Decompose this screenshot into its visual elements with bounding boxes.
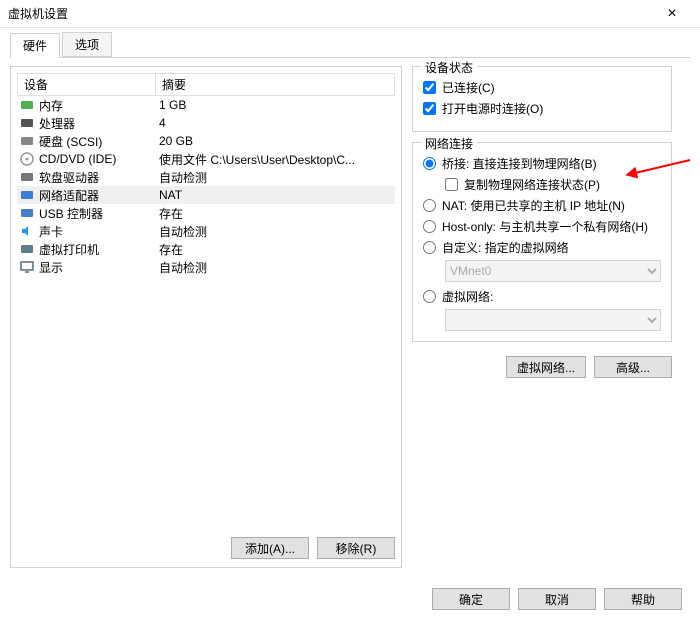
tab-strip: 硬件 选项: [10, 32, 690, 58]
tab-hardware[interactable]: 硬件: [10, 33, 60, 58]
device-summary: NAT: [159, 188, 393, 202]
advanced-button[interactable]: 高级...: [594, 356, 672, 378]
table-row[interactable]: 软盘驱动器自动检测: [17, 168, 395, 186]
device-summary: 20 GB: [159, 134, 393, 148]
device-name: 内存: [39, 97, 159, 114]
remove-button[interactable]: 移除(R): [317, 537, 395, 559]
table-header: 设备 摘要: [17, 73, 395, 96]
table-row[interactable]: 网络适配器NAT: [17, 186, 395, 204]
device-summary: 使用文件 C:\Users\User\Desktop\C...: [159, 151, 393, 168]
device-summary: 自动检测: [159, 223, 393, 240]
virtualnet-label: 虚拟网络:: [442, 288, 493, 305]
sound-icon: [19, 223, 35, 239]
display-icon: [19, 259, 35, 275]
device-list-panel: 设备 摘要 内存1 GB处理器4硬盘 (SCSI)20 GBCD/DVD (ID…: [10, 66, 402, 568]
custom-label: 自定义: 指定的虚拟网络: [442, 239, 569, 256]
table-row[interactable]: 处理器4: [17, 114, 395, 132]
net-icon: [19, 187, 35, 203]
memory-icon: [19, 97, 35, 113]
table-row[interactable]: 声卡自动检测: [17, 222, 395, 240]
custom-radio[interactable]: [423, 241, 436, 254]
device-summary: 4: [159, 116, 393, 130]
device-name: CD/DVD (IDE): [39, 152, 159, 166]
replicate-label: 复制物理网络连接状态(P): [464, 176, 600, 193]
network-connection-group: 网络连接 桥接: 直接连接到物理网络(B) 复制物理网络连接状态(P) NAT:…: [412, 142, 672, 342]
table-row[interactable]: 硬盘 (SCSI)20 GB: [17, 132, 395, 150]
table-row[interactable]: 显示自动检测: [17, 258, 395, 276]
close-icon[interactable]: ×: [652, 0, 692, 28]
table-row[interactable]: 内存1 GB: [17, 96, 395, 114]
dialog-footer: 确定 取消 帮助: [432, 588, 682, 610]
device-summary: 存在: [159, 205, 393, 222]
cancel-button[interactable]: 取消: [518, 588, 596, 610]
col-device[interactable]: 设备: [17, 73, 155, 96]
nat-label: NAT: 使用已共享的主机 IP 地址(N): [442, 197, 625, 214]
floppy-icon: [19, 169, 35, 185]
device-name: USB 控制器: [39, 205, 159, 222]
replicate-checkbox[interactable]: [445, 178, 458, 191]
device-name: 虚拟打印机: [39, 241, 159, 258]
nat-radio[interactable]: [423, 199, 436, 212]
window-title: 虚拟机设置: [8, 5, 652, 22]
table-row[interactable]: CD/DVD (IDE)使用文件 C:\Users\User\Desktop\C…: [17, 150, 395, 168]
connected-label: 已连接(C): [442, 79, 495, 96]
hostonly-radio[interactable]: [423, 220, 436, 233]
vmnet-select: VMnet0: [445, 260, 661, 282]
device-name: 软盘驱动器: [39, 169, 159, 186]
device-name: 网络适配器: [39, 187, 159, 204]
device-summary: 自动检测: [159, 259, 393, 276]
title-bar: 虚拟机设置 ×: [0, 0, 700, 28]
network-connection-title: 网络连接: [421, 135, 477, 152]
tab-options[interactable]: 选项: [62, 32, 112, 57]
hostonly-label: Host-only: 与主机共享一个私有网络(H): [442, 218, 648, 235]
connected-checkbox[interactable]: [423, 81, 436, 94]
bridged-radio[interactable]: [423, 157, 436, 170]
device-name: 声卡: [39, 223, 159, 240]
table-row[interactable]: 虚拟打印机存在: [17, 240, 395, 258]
connect-poweron-label: 打开电源时连接(O): [442, 100, 543, 117]
bridged-label: 桥接: 直接连接到物理网络(B): [442, 155, 597, 172]
device-status-group: 设备状态 已连接(C) 打开电源时连接(O): [412, 66, 672, 132]
cpu-icon: [19, 115, 35, 131]
virtual-network-button[interactable]: 虚拟网络...: [506, 356, 586, 378]
virtualnet-radio[interactable]: [423, 290, 436, 303]
virtualnet-select: [445, 309, 661, 331]
device-name: 处理器: [39, 115, 159, 132]
table-row[interactable]: USB 控制器存在: [17, 204, 395, 222]
device-summary: 自动检测: [159, 169, 393, 186]
col-summary[interactable]: 摘要: [155, 73, 395, 96]
connect-poweron-checkbox[interactable]: [423, 102, 436, 115]
disk-icon: [19, 133, 35, 149]
add-button[interactable]: 添加(A)...: [231, 537, 309, 559]
device-name: 硬盘 (SCSI): [39, 133, 159, 150]
cd-icon: [19, 151, 35, 167]
device-rows: 内存1 GB处理器4硬盘 (SCSI)20 GBCD/DVD (IDE)使用文件…: [17, 96, 395, 531]
help-button[interactable]: 帮助: [604, 588, 682, 610]
device-summary: 存在: [159, 241, 393, 258]
printer-icon: [19, 241, 35, 257]
device-name: 显示: [39, 259, 159, 276]
device-status-title: 设备状态: [421, 59, 477, 76]
usb-icon: [19, 205, 35, 221]
ok-button[interactable]: 确定: [432, 588, 510, 610]
device-summary: 1 GB: [159, 98, 393, 112]
